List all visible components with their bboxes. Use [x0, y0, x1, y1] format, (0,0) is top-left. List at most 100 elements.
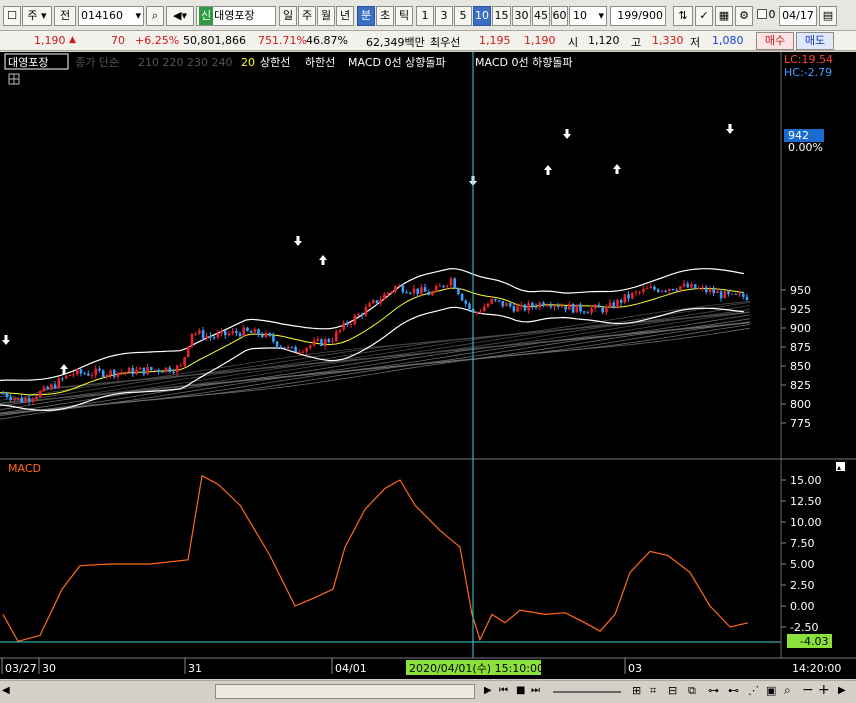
legend-macd-up: MACD 0선 상향돌파 — [348, 56, 446, 69]
price-tick-label: 825 — [790, 379, 811, 392]
period-month-button[interactable]: 월 — [317, 6, 335, 26]
bars-icon[interactable]: ⇅ — [673, 6, 693, 26]
chart-tool-icon[interactable]: ⌗ — [650, 684, 656, 698]
buy-button[interactable]: 매수 — [756, 32, 794, 50]
date-input[interactable]: 04/17 — [779, 6, 817, 26]
count-input[interactable]: 199/900 — [610, 6, 666, 26]
candle-body — [298, 351, 301, 353]
period-minute-button[interactable]: 분 — [357, 6, 375, 26]
best-ask: 1,195 — [479, 34, 511, 47]
candle-body — [205, 335, 209, 339]
magnifier-icon[interactable]: ⌕ — [784, 683, 791, 698]
interval-button-10[interactable]: 10 — [473, 6, 491, 26]
candle-body — [616, 299, 619, 308]
period-second-button[interactable]: 초 — [376, 6, 394, 26]
sell-button[interactable]: 매도 — [796, 32, 834, 50]
candle-body — [320, 339, 323, 346]
period-week-button[interactable]: 주 — [298, 6, 316, 26]
stock-name-field[interactable]: 신 대영포장 — [196, 6, 276, 26]
candle-body — [24, 397, 27, 403]
candle-body — [701, 287, 704, 289]
candle-body — [364, 306, 368, 316]
candle-body — [220, 330, 223, 334]
interval-button-1[interactable]: 1 — [416, 6, 434, 26]
period-day-button[interactable]: 일 — [279, 6, 297, 26]
analysis-icon[interactable]: ⊷ — [728, 684, 739, 697]
candle-body — [486, 303, 490, 307]
candle-body — [531, 303, 534, 307]
zoom-in-icon[interactable]: + — [818, 682, 830, 698]
candle-body — [101, 370, 105, 377]
stop-icon[interactable]: ■ — [516, 685, 525, 696]
interval-button-3[interactable]: 3 — [435, 6, 453, 26]
interval-button-60[interactable]: 60 — [551, 6, 568, 26]
chevron-down-icon[interactable]: ▾ — [135, 7, 141, 25]
interval-button-45[interactable]: 45 — [532, 6, 550, 26]
chart-scrollbar[interactable]: ◀ ▶ ⏮ ■ ⏭ ⊞ ⌗ ⊟ ⧉ ⊶ ⊷ ⋰ ▣ ⌕ − + ▶ — [0, 680, 856, 703]
zoom-out-icon[interactable]: − — [802, 682, 814, 698]
interval-button-30[interactable]: 30 — [512, 6, 531, 26]
calendar-icon[interactable]: ▤ — [819, 6, 837, 26]
checkbox-icon[interactable] — [756, 9, 767, 19]
candle-body — [64, 375, 68, 379]
overlay-checkbox[interactable]: 0 — [755, 6, 777, 26]
drawing-tool-icon[interactable]: ⊟ — [668, 684, 677, 697]
market-select[interactable]: 주 ▾ — [22, 6, 52, 26]
macd-panel-title: MACD — [8, 462, 41, 475]
scroll-right-icon[interactable]: ▶ — [838, 685, 846, 696]
legend-ma20: 20 — [241, 56, 255, 69]
play-icon[interactable]: ▶ — [484, 685, 492, 696]
interval-select[interactable]: 10 ▾ — [569, 6, 607, 26]
interval-button-15[interactable]: 15 — [492, 6, 511, 26]
prev-button[interactable]: 전 — [54, 6, 76, 26]
candle-body — [723, 291, 727, 299]
speaker-icon[interactable]: ◀▾ — [166, 6, 194, 26]
trend-icon[interactable]: ⋰ — [748, 684, 759, 697]
candle-body — [216, 333, 220, 338]
price-tick-label: 925 — [790, 303, 811, 316]
candle-body — [323, 339, 327, 346]
candle-body — [227, 333, 231, 336]
macd-tick-label: 0.00 — [790, 600, 815, 613]
settings-icon[interactable]: ⚙ — [735, 6, 753, 26]
compare-icon[interactable]: ⧉ — [688, 684, 696, 698]
chart-check-icon[interactable]: ✓ — [695, 6, 713, 26]
interval-value: 10 — [573, 9, 587, 22]
price-tick-label: 800 — [790, 398, 811, 411]
candle-body — [397, 285, 401, 287]
layout-icon[interactable]: ▣ — [766, 684, 776, 697]
candle-body — [520, 304, 523, 307]
candle-body — [645, 288, 649, 290]
candle-body — [656, 289, 660, 292]
candle-body — [83, 373, 86, 375]
search-icon[interactable]: ⌕ — [146, 6, 164, 26]
candle-body — [105, 375, 109, 377]
stock-code-input[interactable]: 014160 ▾ — [78, 6, 144, 26]
candle-body — [238, 333, 242, 337]
scroll-thumb[interactable] — [215, 684, 475, 699]
grid-icon[interactable]: ▦ — [715, 6, 733, 26]
step-forward-icon[interactable]: ⏭ — [531, 685, 540, 696]
period-tick-button[interactable]: 틱 — [395, 6, 413, 26]
interval-button-5[interactable]: 5 — [454, 6, 472, 26]
candle-body — [416, 288, 419, 294]
zoom-fit-icon[interactable]: ⊞ — [632, 684, 641, 697]
step-back-icon[interactable]: ⏮ — [499, 685, 508, 696]
price-chart[interactable]: 대영포장 종가 단순 210 220 230 240 20 상한선 하한선 MA… — [0, 52, 856, 679]
lc-label: LC:19.54 — [784, 53, 833, 66]
low-price: 1,080 — [712, 34, 744, 47]
candle-body — [671, 288, 675, 291]
period-year-button[interactable]: 년 — [336, 6, 354, 26]
speed-slider[interactable] — [553, 691, 621, 693]
best-bid: 1,190 — [524, 34, 556, 47]
scroll-left-icon[interactable]: ◀ — [2, 685, 10, 696]
candle-body — [527, 303, 530, 311]
window-menu-icon[interactable]: ☐ — [3, 6, 21, 26]
candle-body — [405, 292, 408, 294]
indicator-icon[interactable]: ⊶ — [708, 684, 719, 697]
candle-body — [342, 322, 345, 330]
candle-body — [316, 339, 320, 341]
candle-body — [35, 396, 38, 400]
legend-macd-down: MACD 0선 하향돌파 — [475, 55, 573, 69]
candle-body — [442, 285, 445, 287]
